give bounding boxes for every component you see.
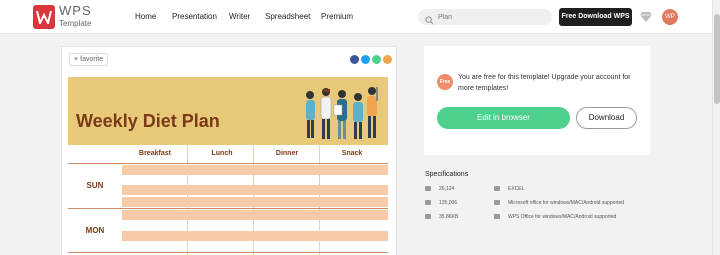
offer-card: Free You are free for this template! Upg… — [424, 46, 650, 155]
template-title: Weekly Diet Plan — [76, 111, 220, 131]
views-icon — [425, 200, 431, 206]
top-navbar: WPS Template Home Presentation Writer Sp… — [0, 0, 712, 34]
wps-logo-icon[interactable] — [33, 5, 55, 29]
page-scrollbar[interactable] — [712, 0, 720, 255]
day-label-mon: MON — [85, 226, 105, 235]
table-divider — [68, 208, 388, 209]
logo-text[interactable]: WPS — [59, 4, 92, 17]
edit-in-browser-button[interactable]: Edit in browser — [437, 107, 570, 129]
nav-presentation[interactable]: Presentation — [172, 12, 217, 22]
people-illustration-icon — [306, 87, 378, 139]
free-download-button[interactable]: Free Download WPS — [559, 8, 632, 26]
nav-home[interactable]: Home — [135, 12, 156, 22]
avatar[interactable]: WP — [662, 9, 678, 25]
heart-icon: ♥ — [74, 56, 79, 63]
download-count-icon — [425, 186, 431, 192]
favorite-button[interactable]: ♥ favorite — [69, 53, 109, 66]
logo-subtitle: Template — [59, 19, 92, 28]
column-snack: Snack — [341, 150, 363, 157]
twitter-share-icon[interactable] — [361, 55, 370, 64]
free-badge: Free — [437, 74, 453, 90]
table-divider — [68, 252, 388, 253]
table-row — [122, 210, 388, 220]
scrollbar-thumb[interactable] — [714, 14, 720, 104]
day-label-sun: SUN — [86, 181, 104, 190]
specifications-title: Specifications — [425, 171, 469, 178]
nav-writer[interactable]: Writer — [229, 12, 250, 22]
platform-icon — [494, 214, 500, 220]
excel-icon — [494, 186, 500, 192]
filesize-icon — [425, 214, 431, 220]
nav-premium[interactable]: Premium — [321, 12, 353, 22]
offer-text: You are free for this template! Upgrade … — [458, 74, 631, 92]
link-share-icon[interactable] — [383, 55, 392, 64]
spec-views: 135,006 — [425, 200, 457, 207]
spec-filesize: 35.86KB — [425, 214, 458, 221]
template-banner: Weekly Diet Plan — [68, 77, 388, 145]
spec-ms-support: Microsoft office for windows/MAC/Android… — [494, 200, 624, 207]
table-row — [122, 165, 388, 175]
template-preview: ♥ favorite Weekly Diet Plan Breakfast Lun… — [61, 46, 397, 255]
spec-downloads: 26,124 — [425, 186, 454, 193]
column-dinner: Dinner — [275, 150, 299, 157]
whatsapp-share-icon[interactable] — [372, 55, 381, 64]
nav-spreadsheet[interactable]: Spreadsheet — [265, 12, 310, 22]
column-breakfast: Breakfast — [139, 150, 171, 157]
download-button[interactable]: Download — [576, 107, 637, 129]
search-box[interactable] — [418, 9, 552, 25]
table-divider — [68, 163, 388, 164]
table-row — [122, 197, 388, 207]
favorite-label: favorite — [80, 56, 104, 63]
diamond-icon[interactable] — [639, 10, 653, 28]
spec-wps-support: WPS Office for windows/MAC/Android suppo… — [494, 214, 616, 221]
table-row — [122, 185, 388, 195]
search-icon — [425, 12, 434, 30]
platform-icon — [494, 200, 500, 206]
search-input[interactable] — [438, 11, 546, 23]
table-row — [122, 231, 388, 241]
facebook-share-icon[interactable] — [350, 55, 359, 64]
column-lunch: Lunch — [211, 150, 233, 157]
spec-format: EXCEL — [494, 186, 524, 193]
